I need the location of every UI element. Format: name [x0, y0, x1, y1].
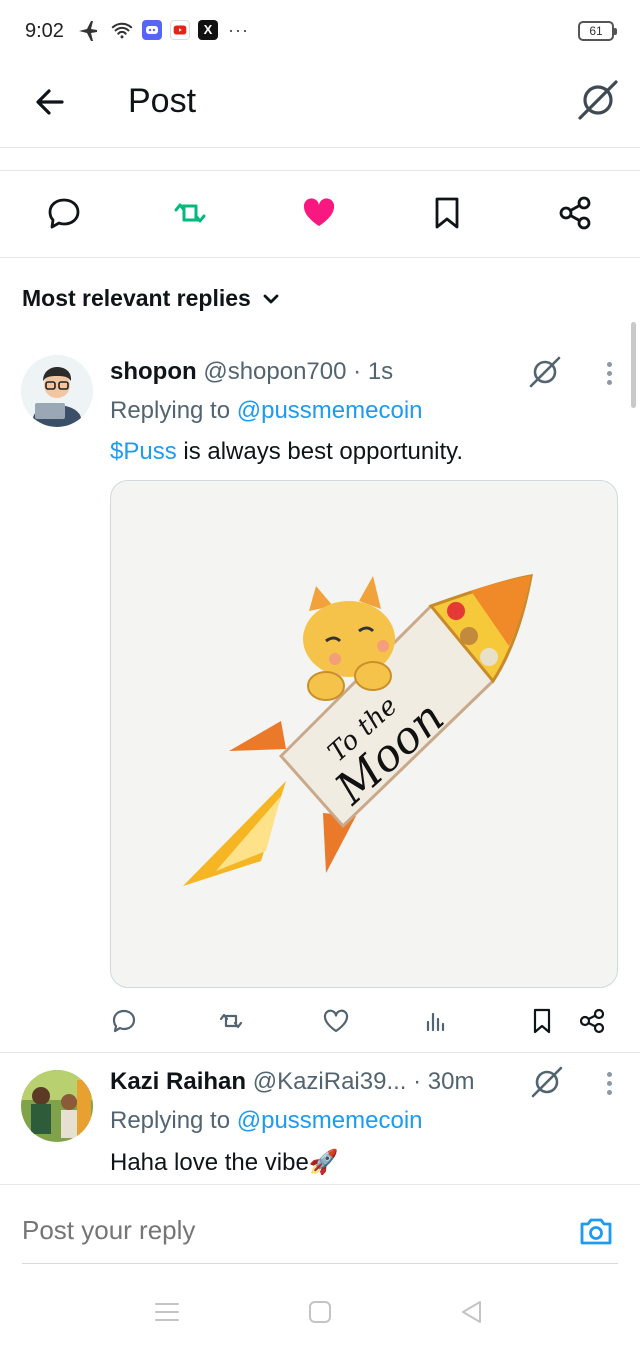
- retweet-icon[interactable]: [170, 193, 210, 233]
- battery-level: 61: [589, 24, 603, 38]
- views-icon[interactable]: [421, 1006, 451, 1036]
- battery-icon: 61: [578, 21, 617, 41]
- reply-composer: [0, 1184, 640, 1265]
- more-options-icon[interactable]: [604, 362, 614, 390]
- reply-author-handle[interactable]: @KaziRai39...: [253, 1068, 407, 1095]
- reply-divider: [0, 1052, 640, 1053]
- reply-timestamp: · 30m: [413, 1068, 475, 1095]
- liked-heart-icon[interactable]: [299, 193, 339, 233]
- sort-label: Most relevant replies: [22, 285, 251, 311]
- avatar[interactable]: [21, 1070, 93, 1142]
- reply-header: shopon @shopon700 · 1s: [110, 358, 393, 386]
- youtube-icon: [170, 20, 190, 40]
- x-app-icon: X: [198, 20, 218, 40]
- share-icon[interactable]: [555, 193, 595, 233]
- reply-author-name[interactable]: shopon: [110, 358, 197, 385]
- replying-to-mention[interactable]: @pussmemecoin: [237, 397, 423, 424]
- top-bar: Post: [0, 64, 640, 148]
- reply-header: Kazi Raihan @KaziRai39... · 30m: [110, 1068, 475, 1096]
- reply-input[interactable]: [22, 1215, 542, 1246]
- retweet-icon[interactable]: [216, 1006, 246, 1036]
- reply-text: Haha love the vibe🚀: [110, 1149, 339, 1176]
- like-icon[interactable]: [321, 1006, 351, 1036]
- wifi-icon: [111, 22, 133, 39]
- replying-prefix: Replying to: [110, 397, 231, 424]
- cashtag-link[interactable]: $Puss: [110, 438, 177, 465]
- grok-icon[interactable]: [576, 78, 620, 122]
- reply-timestamp: · 1s: [353, 358, 394, 385]
- bookmark-icon[interactable]: [527, 1006, 557, 1036]
- recent-apps-icon[interactable]: [153, 1298, 181, 1326]
- reply-icon[interactable]: [109, 1006, 139, 1036]
- grok-icon[interactable]: [528, 355, 562, 389]
- discord-icon: [142, 20, 162, 40]
- back-arrow-icon[interactable]: [30, 82, 70, 122]
- more-options-icon[interactable]: [604, 1072, 614, 1100]
- page-title: Post: [128, 82, 197, 120]
- system-nav-bar: [0, 1264, 640, 1351]
- post-action-bar: [0, 170, 640, 258]
- reply-media-image[interactable]: To the Moon: [110, 480, 618, 988]
- replying-to-mention[interactable]: @pussmemecoin: [237, 1107, 423, 1134]
- bookmark-icon[interactable]: [427, 193, 467, 233]
- grok-icon[interactable]: [530, 1065, 564, 1099]
- reply-sort-dropdown[interactable]: Most relevant replies: [22, 285, 281, 312]
- back-nav-icon[interactable]: [458, 1298, 486, 1326]
- scrollbar[interactable]: [631, 322, 636, 408]
- chevron-down-icon: [263, 294, 279, 303]
- status-time: 9:02: [25, 20, 64, 42]
- status-icons: X ···: [76, 18, 249, 42]
- share-icon[interactable]: [577, 1006, 607, 1036]
- reply-action-bar: [0, 1000, 640, 1040]
- reply-icon[interactable]: [44, 193, 84, 233]
- replying-prefix: Replying to: [110, 1107, 231, 1134]
- reply-body: is always best opportunity.: [176, 438, 464, 465]
- reply-text: $Puss is always best opportunity.: [110, 438, 463, 466]
- reply-author-name[interactable]: Kazi Raihan: [110, 1068, 246, 1095]
- replying-to: Replying to @pussmemecoin: [110, 397, 423, 425]
- home-icon[interactable]: [306, 1298, 334, 1326]
- status-bar: 9:02 X ··· 61: [0, 0, 640, 64]
- more-notifications-icon: ···: [228, 19, 249, 40]
- avatar[interactable]: [21, 355, 93, 427]
- reply-author-handle[interactable]: @shopon700: [203, 358, 346, 385]
- airplane-icon: [79, 21, 97, 41]
- replying-to: Replying to @pussmemecoin: [110, 1107, 423, 1135]
- camera-icon[interactable]: [578, 1213, 614, 1249]
